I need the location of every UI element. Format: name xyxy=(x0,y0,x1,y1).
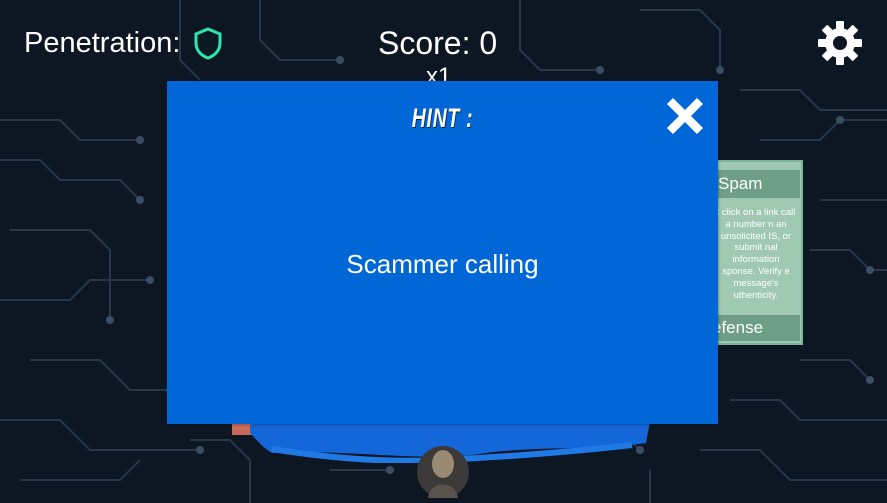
modal-title: HINT : xyxy=(411,103,474,133)
penetration-label: Penetration: xyxy=(24,26,181,59)
card-description: t click on a link call a number n an uns… xyxy=(716,207,796,301)
gear-icon[interactable] xyxy=(816,19,864,67)
hint-modal: HINT : Scammer calling xyxy=(167,81,718,424)
score-label: Score: 0 xyxy=(378,25,498,61)
shield-icon xyxy=(194,27,222,60)
attacker-avatar xyxy=(417,446,469,498)
close-icon[interactable] xyxy=(661,92,709,140)
penetration-indicator: Penetration: xyxy=(24,26,224,60)
hint-message: Scammer calling xyxy=(346,249,539,279)
